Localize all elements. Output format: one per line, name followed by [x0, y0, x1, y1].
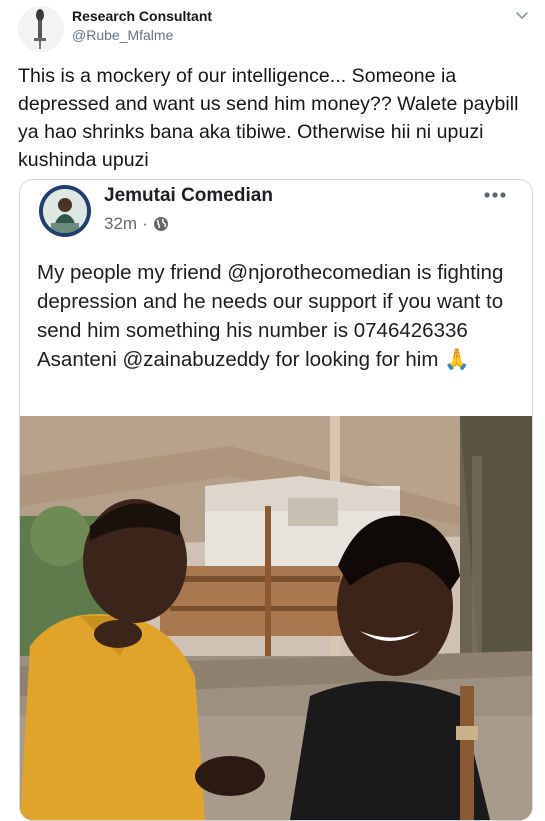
- praying-hands-emoji: 🙏: [444, 348, 470, 371]
- microphone-avatar-image: [18, 6, 64, 52]
- post-author-avatar[interactable]: [39, 185, 91, 237]
- globe-icon: [153, 217, 168, 231]
- author-handle[interactable]: @Rube_Mfalme: [72, 27, 173, 43]
- embedded-post-card[interactable]: Jemutai Comedian 32m · My people my frie…: [19, 179, 533, 821]
- author-avatar[interactable]: [18, 6, 64, 52]
- tweet-text: This is a mockery of our intelligence...…: [18, 65, 519, 171]
- meta-separator: ·: [142, 214, 148, 233]
- post-meta: 32m ·: [104, 214, 169, 234]
- post-text: My people my friend @njorothecomedian is…: [37, 258, 523, 374]
- post-photo[interactable]: [20, 416, 532, 820]
- more-options-icon[interactable]: [482, 188, 508, 202]
- person-avatar-image: [43, 189, 87, 233]
- chevron-down-icon[interactable]: [514, 8, 530, 24]
- photo-illustration: [20, 416, 532, 820]
- post-author-name[interactable]: Jemutai Comedian: [104, 185, 273, 207]
- tweet: Research Consultant @Rube_Mfalme This is…: [0, 0, 545, 821]
- post-time[interactable]: 32m: [104, 214, 137, 234]
- post-text-body: My people my friend @njorothecomedian is…: [37, 261, 504, 371]
- author-name[interactable]: Research Consultant: [72, 8, 212, 24]
